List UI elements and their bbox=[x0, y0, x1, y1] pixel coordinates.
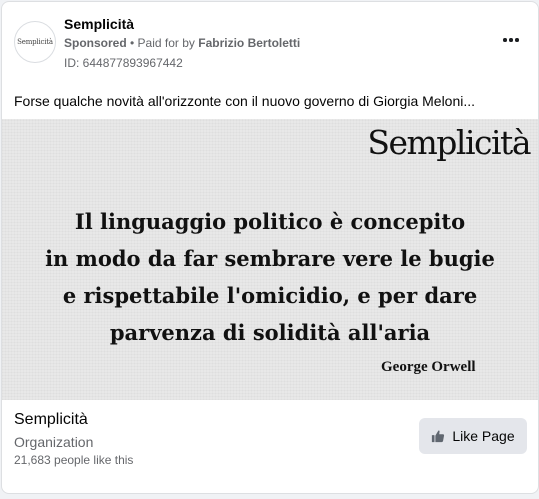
page-name-link[interactable]: Semplicità bbox=[64, 16, 134, 32]
avatar-logo-text: Semplicità bbox=[17, 38, 53, 46]
paid-for-prefix: Paid for by bbox=[137, 36, 199, 50]
footer-category: Organization bbox=[14, 434, 94, 450]
like-page-label: Like Page bbox=[452, 428, 515, 444]
sponsored-label[interactable]: Sponsored bbox=[64, 36, 127, 50]
paid-for-name: Fabrizio Bertoletti bbox=[198, 36, 301, 50]
footer-likes-count: 21,683 people like this bbox=[14, 453, 134, 467]
image-quote: Il linguaggio politico è concepito in mo… bbox=[45, 209, 495, 345]
post-text: Forse qualche novità all'orizzonte con i… bbox=[14, 93, 476, 109]
page-avatar[interactable]: Semplicità bbox=[14, 21, 56, 63]
footer-page-name[interactable]: Semplicità bbox=[14, 411, 88, 429]
thumbs-up-icon bbox=[431, 429, 445, 443]
separator-dot: • bbox=[126, 36, 138, 50]
like-page-button[interactable]: Like Page bbox=[419, 418, 527, 454]
quote-author: George Orwell bbox=[381, 359, 476, 375]
more-options-icon[interactable] bbox=[498, 30, 524, 50]
sponsored-line: Sponsored • Paid for by Fabrizio Bertole… bbox=[64, 36, 300, 50]
ad-image[interactable]: Semplicità Il linguaggio politico è conc… bbox=[2, 119, 538, 400]
ad-id: ID: 644877893967442 bbox=[64, 56, 183, 70]
image-logo: Semplicità bbox=[367, 123, 531, 162]
ad-card: Semplicità Semplicità Sponsored • Paid f… bbox=[1, 1, 539, 494]
